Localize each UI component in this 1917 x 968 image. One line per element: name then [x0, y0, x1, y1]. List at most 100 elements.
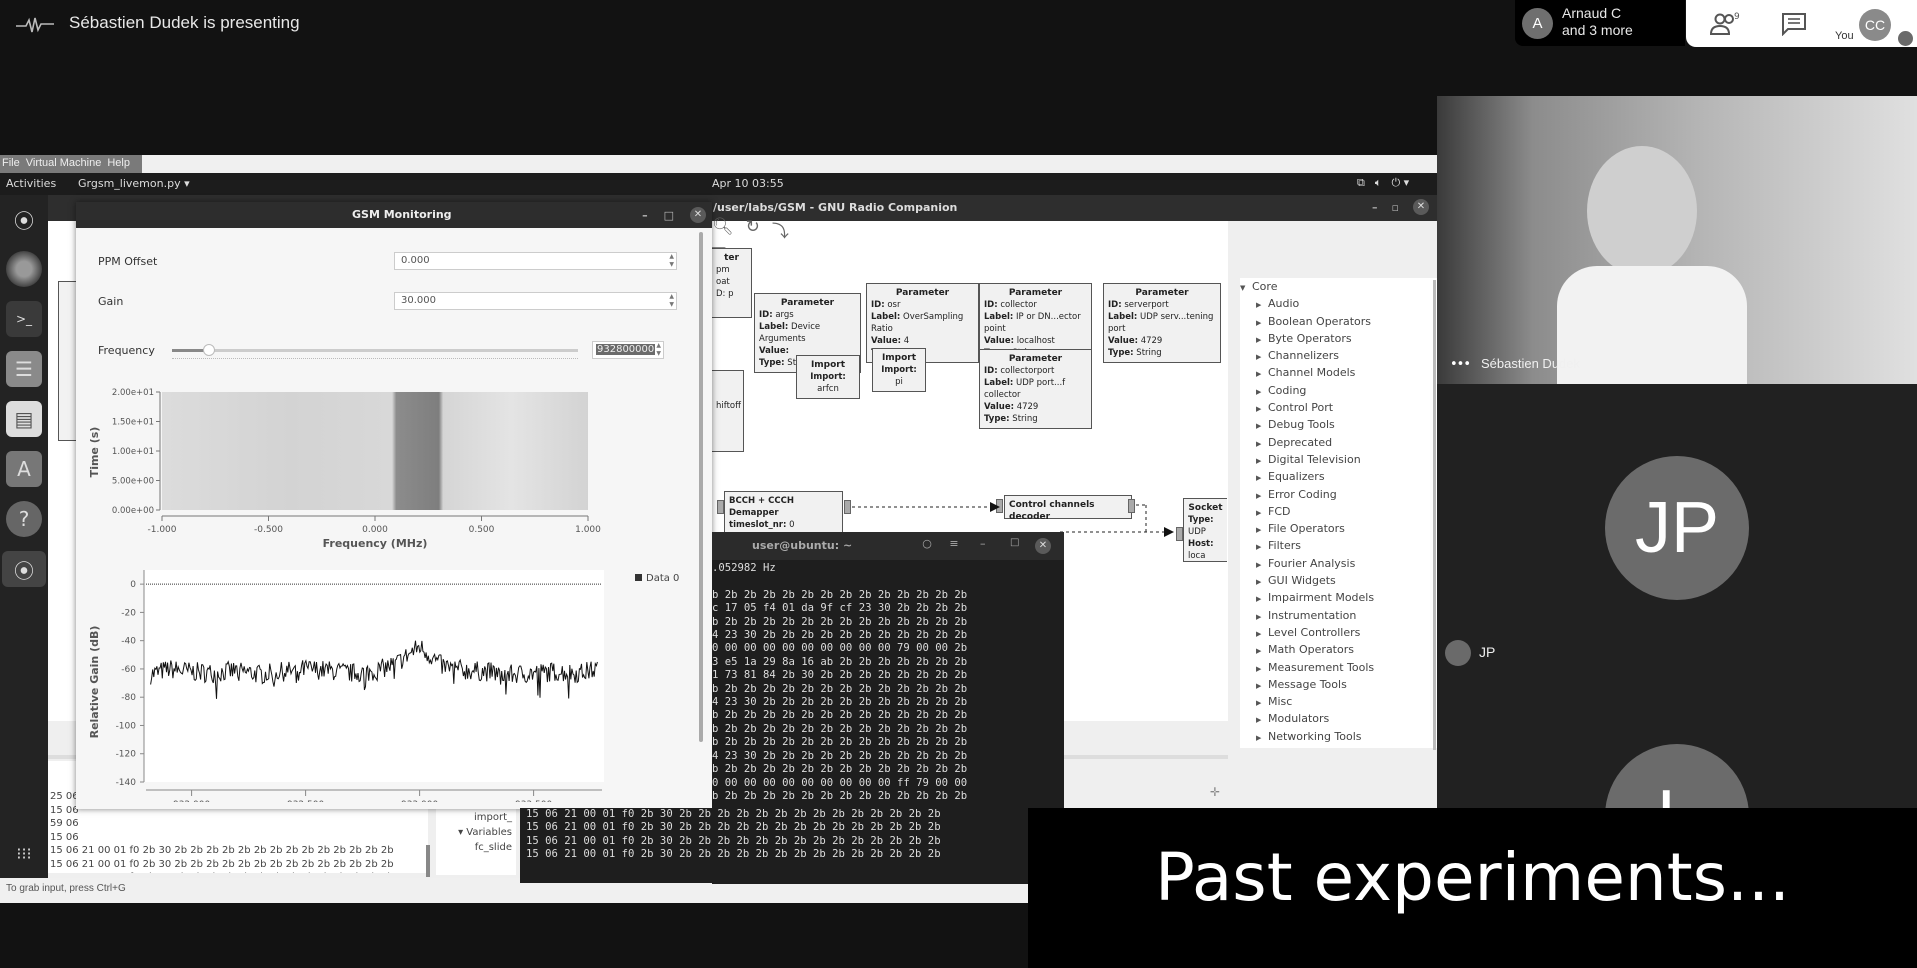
minimize-button[interactable]: –: [642, 209, 648, 222]
library-category[interactable]: ▶ GUI Widgets: [1240, 572, 1440, 589]
library-category[interactable]: ▶ Instrumentation: [1240, 607, 1440, 624]
search-icon[interactable]: 🔍︎: [712, 217, 734, 242]
import-block-pi[interactable]: Import Import: pi: [872, 348, 926, 392]
close-button[interactable]: ✕: [1035, 538, 1051, 554]
library-category[interactable]: ▶ Modulators: [1240, 710, 1440, 727]
more-options-icon[interactable]: •••: [1450, 357, 1471, 372]
minimize-button[interactable]: –: [980, 537, 986, 550]
menu-icon[interactable]: ≡: [944, 537, 964, 555]
app-menu[interactable]: Grgsm_livemon.py ▾: [78, 177, 190, 190]
self-avatar[interactable]: CC: [1859, 9, 1891, 41]
gsm-titlebar[interactable]: GSM Monitoring – □ ✕: [76, 202, 712, 228]
presenter-logo-icon: [16, 17, 54, 33]
library-category[interactable]: ▶ Channel Models: [1240, 364, 1440, 381]
participants-summary-text: Arnaud C and 3 more: [1562, 5, 1633, 39]
library-category[interactable]: ▶ Networking Tools: [1240, 728, 1440, 745]
help-icon[interactable]: ?: [6, 501, 42, 537]
library-category[interactable]: ▶ Level Controllers: [1240, 624, 1440, 641]
maximize-button[interactable]: ▫: [1392, 201, 1399, 214]
power-icon[interactable]: ⏻ ▾: [1391, 176, 1409, 190]
console-scrollbar[interactable]: [426, 845, 430, 877]
tree-item[interactable]: fc_slide: [436, 840, 512, 855]
library-category[interactable]: ▶NOAA: [1240, 745, 1440, 748]
participant-video-sebastien[interactable]: [1437, 96, 1917, 384]
library-category[interactable]: ▶ Boolean Operators: [1240, 313, 1440, 330]
gsm-scrollbar[interactable]: [699, 232, 703, 742]
library-scrollbar[interactable]: [1433, 280, 1436, 750]
people-icon[interactable]: 9: [1708, 10, 1742, 38]
frequency-slider[interactable]: [172, 349, 578, 352]
maximize-button[interactable]: □: [1010, 537, 1019, 548]
library-category[interactable]: ▶ Math Operators: [1240, 641, 1440, 658]
library-category[interactable]: ▶ Misc: [1240, 693, 1440, 710]
library-category[interactable]: ▶ Measurement Tools: [1240, 659, 1440, 676]
library-category[interactable]: ▶ Byte Operators: [1240, 330, 1440, 347]
library-category[interactable]: ▶ Impairment Models: [1240, 589, 1440, 606]
frequency-slider-thumb[interactable]: [202, 344, 215, 356]
legend-entry[interactable]: Data 0: [646, 573, 679, 584]
close-button[interactable]: ✕: [1413, 199, 1429, 215]
library-category[interactable]: ▶ Debug Tools: [1240, 416, 1440, 433]
tree-item[interactable]: ▾ Variables: [436, 825, 512, 840]
libreoffice-impress-icon[interactable]: ▤: [6, 401, 42, 437]
close-button[interactable]: ✕: [690, 207, 706, 223]
ppm-offset-input[interactable]: 0.000 ▲ ▼: [394, 252, 677, 270]
vm-menu-file[interactable]: File: [2, 157, 20, 173]
frequency-input[interactable]: 932800000 ▲ ▼: [592, 341, 664, 359]
gain-input[interactable]: 30.000 ▲ ▼: [394, 292, 677, 310]
network-icon[interactable]: ⧉: [1357, 176, 1365, 190]
terminal-output-lower[interactable]: 15 06 21 00 01 f0 2b 30 2b 2b 2b 2b 2b 2…: [520, 808, 1030, 883]
block-row: pm: [716, 265, 730, 275]
library-category[interactable]: ▶ Coding: [1240, 382, 1440, 399]
vm-menu-help[interactable]: Help: [107, 157, 130, 173]
library-category[interactable]: ▶ Equalizers: [1240, 468, 1440, 485]
block-library-tree[interactable]: ▼ Core ▶ Audio ▶ Boolean Operators ▶ Byte Oper…: [1240, 278, 1440, 748]
library-category-label: Deprecated: [1268, 435, 1333, 449]
search-icon[interactable]: ○: [917, 537, 937, 555]
gnuradio-active-icon[interactable]: ⦿: [2, 551, 46, 587]
library-category[interactable]: ▶ Control Port: [1240, 399, 1440, 416]
software-center-icon[interactable]: A: [6, 451, 42, 487]
terminal-titlebar[interactable]: user@ubuntu: ~ ○ ≡ – □ ✕: [712, 532, 1064, 560]
vm-menu-virtual-machine[interactable]: Virtual Machine: [26, 157, 102, 173]
system-tray[interactable]: ⧉ 🔈︎ ⏻ ▾: [1357, 176, 1409, 190]
partial-parameter-block[interactable]: ter pm oat D: p: [712, 248, 752, 318]
bcch-ccch-demapper-block[interactable]: BCCH + CCCH Demapper timeslot_nr: 0: [724, 491, 843, 535]
parameter-block-serverport[interactable]: Parameter ID: serverport Label: UDP serv…: [1103, 283, 1221, 363]
add-icon[interactable]: ✛: [1210, 785, 1220, 799]
activities-button[interactable]: Activities: [6, 177, 56, 190]
library-category[interactable]: ▶ Channelizers: [1240, 347, 1440, 364]
terminal-icon[interactable]: >_: [6, 301, 42, 337]
spin-arrows-icon[interactable]: ▲ ▼: [669, 293, 674, 309]
input-port[interactable]: [717, 500, 724, 514]
tree-root[interactable]: ▼ Core: [1240, 278, 1440, 295]
rotate-icon[interactable]: ⤵: [772, 217, 789, 242]
library-category[interactable]: ▶ Digital Television: [1240, 451, 1440, 468]
partial-block-shiftoff[interactable]: hiftoff: [712, 370, 744, 452]
library-category[interactable]: ▶ Deprecated: [1240, 434, 1440, 451]
library-category[interactable]: ▶ Filters: [1240, 537, 1440, 554]
library-category[interactable]: ▶ FCD: [1240, 503, 1440, 520]
library-category[interactable]: ▶ File Operators: [1240, 520, 1440, 537]
library-category[interactable]: ▶ Error Coding: [1240, 486, 1440, 503]
tree-item[interactable]: import_: [436, 810, 512, 825]
files-icon[interactable]: ☰: [6, 351, 42, 387]
volume-icon[interactable]: 🔈︎: [1375, 176, 1382, 190]
spin-arrows-icon[interactable]: ▲ ▼: [669, 253, 674, 269]
import-block-arfcn[interactable]: Import Import: arfcn: [796, 355, 860, 399]
library-category[interactable]: ▶ Message Tools: [1240, 676, 1440, 693]
block-title: Parameter: [1008, 288, 1063, 298]
reload-icon[interactable]: ↻: [746, 217, 760, 242]
library-category[interactable]: ▶ Fourier Analysis: [1240, 555, 1440, 572]
gsm-title: GSM Monitoring: [352, 208, 452, 221]
maximize-button[interactable]: □: [664, 209, 674, 222]
clock[interactable]: Apr 10 03:55: [712, 177, 784, 190]
parameter-block-collectorport[interactable]: Parameter ID: collectorport Label: UDP p…: [979, 349, 1092, 429]
minimize-button[interactable]: –: [1372, 201, 1378, 214]
library-category[interactable]: ▶ Audio: [1240, 295, 1440, 312]
chat-icon[interactable]: [1781, 12, 1807, 36]
firefox-icon[interactable]: [6, 251, 42, 287]
show-apps-icon[interactable]: ⁝⁝⁝: [6, 835, 42, 871]
gnuradio-icon[interactable]: ⦿: [6, 201, 42, 237]
spin-arrows-icon[interactable]: ▲ ▼: [656, 342, 661, 358]
